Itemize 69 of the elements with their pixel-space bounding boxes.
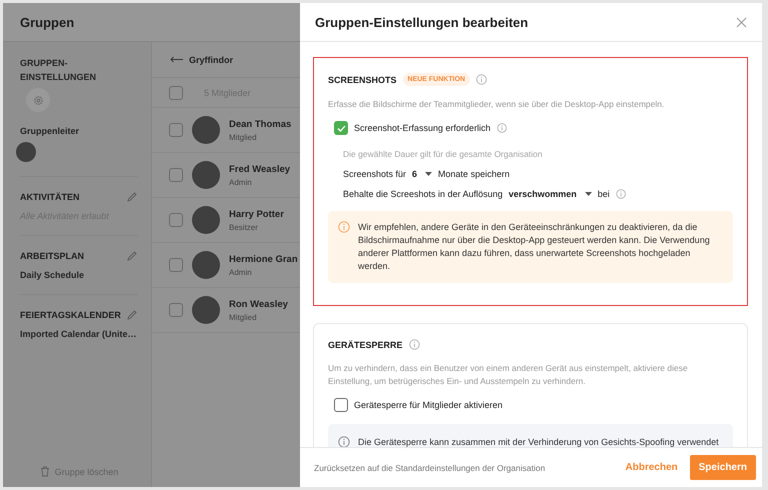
member-role: Admin [229, 178, 253, 186]
pencil-icon[interactable] [126, 191, 138, 203]
checkbox[interactable] [169, 213, 183, 227]
checkbox[interactable] [169, 303, 183, 317]
checkbox[interactable] [169, 258, 183, 272]
avatar [192, 296, 220, 324]
gear-icon [32, 94, 44, 106]
reset-link[interactable]: Zurücksetzen auf die Standardeinstellungen der Organisation [314, 462, 546, 472]
checkmark-icon [336, 124, 346, 132]
info-icon [476, 74, 488, 85]
member-role: Mitglied [229, 132, 258, 142]
resolution-label: Behalte die Screeshots in der Auflösung [343, 189, 503, 199]
checkbox[interactable] [334, 121, 348, 135]
member-role: Besitzer [229, 222, 259, 232]
drawer-title: Gruppen-Einstellungen bearbeiten [315, 14, 528, 30]
info-icon [408, 339, 420, 350]
member-role: Mitglied [229, 312, 258, 322]
avatar [16, 142, 36, 162]
avatar [192, 161, 220, 189]
avatar [192, 116, 220, 144]
settings-heading: GRUPPEN-EINSTELLUNGEN [20, 57, 98, 84]
section-value: Imported Calendar (Unite… [20, 329, 138, 339]
info-text: Die Gerätesperre kann zusammen mit der Verhinderung von Gesichts-Spoofing verwendet [358, 436, 719, 447]
caret-icon [584, 192, 592, 196]
retention-label: Screenshots für [343, 169, 406, 179]
section-description: Erfasse die Bildschirme der Teammitglieder, wenn sie über die Desktop-App einstempeln. [328, 98, 666, 111]
member-name: Fred Weasley [229, 164, 290, 174]
caret-icon [425, 172, 432, 176]
avatar [192, 206, 220, 234]
section-title: FEIERTAGSKALENDER [20, 310, 121, 320]
save-button[interactable]: Speichern [690, 455, 756, 480]
cancel-button[interactable]: Abbrechen [621, 456, 682, 479]
checkbox[interactable] [334, 398, 348, 412]
back-arrow-icon[interactable] [170, 56, 183, 63]
section-description: Um zu verhindern, dass ein Benutzer von einem anderen Gerät aus einstempelt, aktiviere diese Einstellung, um betrügerisches Ein- und Ausstempeln zu verhindern. [328, 362, 689, 388]
info-icon [496, 123, 507, 133]
member-name: Ron Weasley [229, 298, 288, 310]
avatar [192, 251, 220, 279]
section-title: AKTIVITÄTEN [20, 192, 80, 202]
section-title: ARBEITSPLAN [20, 251, 84, 261]
pencil-icon[interactable] [126, 250, 138, 262]
leader-label: Gruppenleiter [20, 126, 80, 136]
info-icon [616, 189, 626, 199]
resolution-suffix: bei [598, 189, 610, 199]
info-icon [338, 436, 350, 447]
member-name: Hermione Gran [229, 254, 298, 264]
pencil-icon[interactable] [126, 309, 138, 321]
member-name: Harry Potter [229, 208, 284, 220]
checkbox[interactable] [169, 123, 183, 137]
resolution-dropdown[interactable]: verschwommen [508, 189, 592, 199]
warning-text: Wir empfehlen, andere Geräte in den Geräteeinschränkungen zu deaktivieren, da die Bildschirmaufnahme nur über die Desktop-App gesteuert werden kann. Die Verwendung anderer Plattformen kann dazu führen, dass unerwartete Screenshots hochgeladen werden. [358, 221, 711, 273]
member-role: Admin [229, 268, 253, 276]
section-title: SCREENSHOTS [328, 74, 397, 84]
retention-suffix: Monate speichern [438, 169, 510, 179]
page-title: Gruppen [20, 14, 74, 30]
section-value: Daily Schedule [20, 270, 86, 280]
settings-button[interactable] [26, 88, 50, 112]
checkbox-label: Screenshot-Erfassung erforderlich [354, 123, 491, 133]
checkbox[interactable] [169, 168, 183, 182]
months-dropdown[interactable]: 6 [412, 169, 432, 179]
trash-icon [40, 466, 50, 477]
checkbox[interactable] [169, 86, 183, 100]
note-text: Die gewählte Dauer gilt für die gesamte Organisation [343, 149, 544, 159]
member-name: Dean Thomas [229, 118, 292, 130]
close-icon[interactable] [736, 16, 747, 28]
checkbox-label: Gerätesperre für Mitglieder aktivieren [354, 400, 503, 410]
group-name: Gryffindor [189, 54, 233, 64]
section-title: GERÄTESPERRE [328, 340, 403, 350]
info-icon [338, 221, 350, 233]
